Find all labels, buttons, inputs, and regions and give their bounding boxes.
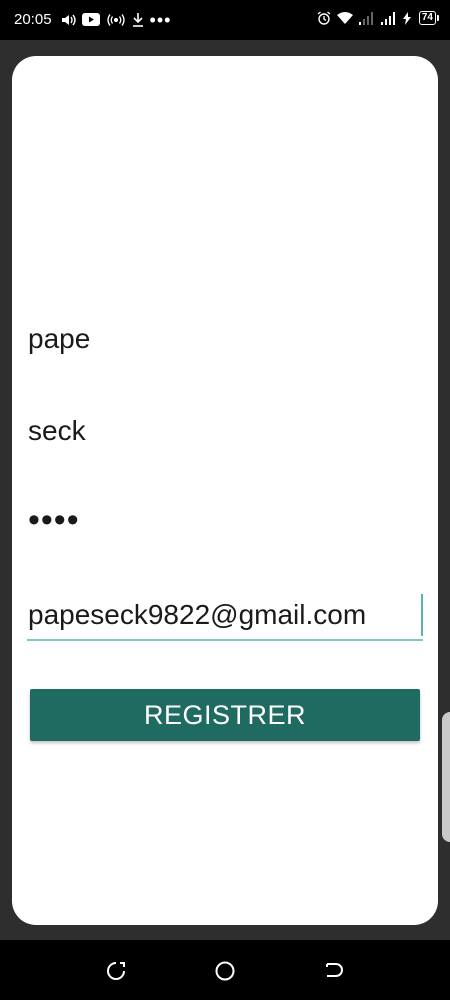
email-field[interactable]: papeseck9822@gmail.com bbox=[28, 598, 422, 632]
signal-icon bbox=[358, 11, 375, 25]
battery-level: 74 bbox=[421, 12, 433, 23]
text-cursor bbox=[421, 594, 423, 636]
recents-icon[interactable] bbox=[105, 960, 127, 982]
register-button[interactable]: REGISTRER bbox=[30, 689, 420, 741]
registration-card bbox=[12, 56, 438, 925]
status-bar-right: 74 bbox=[317, 11, 440, 25]
navigation-bar bbox=[0, 940, 450, 1000]
first-name-field[interactable]: pape bbox=[28, 322, 90, 356]
more-notifications-indicator: ••• bbox=[149, 9, 172, 30]
hotspot-icon bbox=[106, 13, 126, 26]
wifi-icon bbox=[336, 11, 353, 25]
home-icon[interactable] bbox=[214, 960, 236, 982]
side-scroll-handle[interactable] bbox=[442, 712, 450, 842]
back-icon[interactable] bbox=[323, 960, 345, 982]
charging-icon bbox=[402, 11, 411, 25]
password-field[interactable]: •••• bbox=[28, 500, 80, 540]
last-name-field[interactable]: seck bbox=[28, 414, 86, 448]
download-icon bbox=[132, 12, 144, 27]
youtube-icon bbox=[81, 13, 100, 26]
status-bar: 20:05 ••• 74 bbox=[0, 0, 450, 40]
email-field-underline bbox=[27, 639, 423, 641]
battery-icon: 74 bbox=[418, 11, 440, 25]
alarm-icon bbox=[317, 11, 331, 25]
status-bar-left: 20:05 ••• bbox=[14, 9, 172, 30]
signal-icon bbox=[380, 11, 397, 25]
clock-time: 20:05 bbox=[14, 11, 52, 28]
volume-icon bbox=[61, 14, 76, 26]
